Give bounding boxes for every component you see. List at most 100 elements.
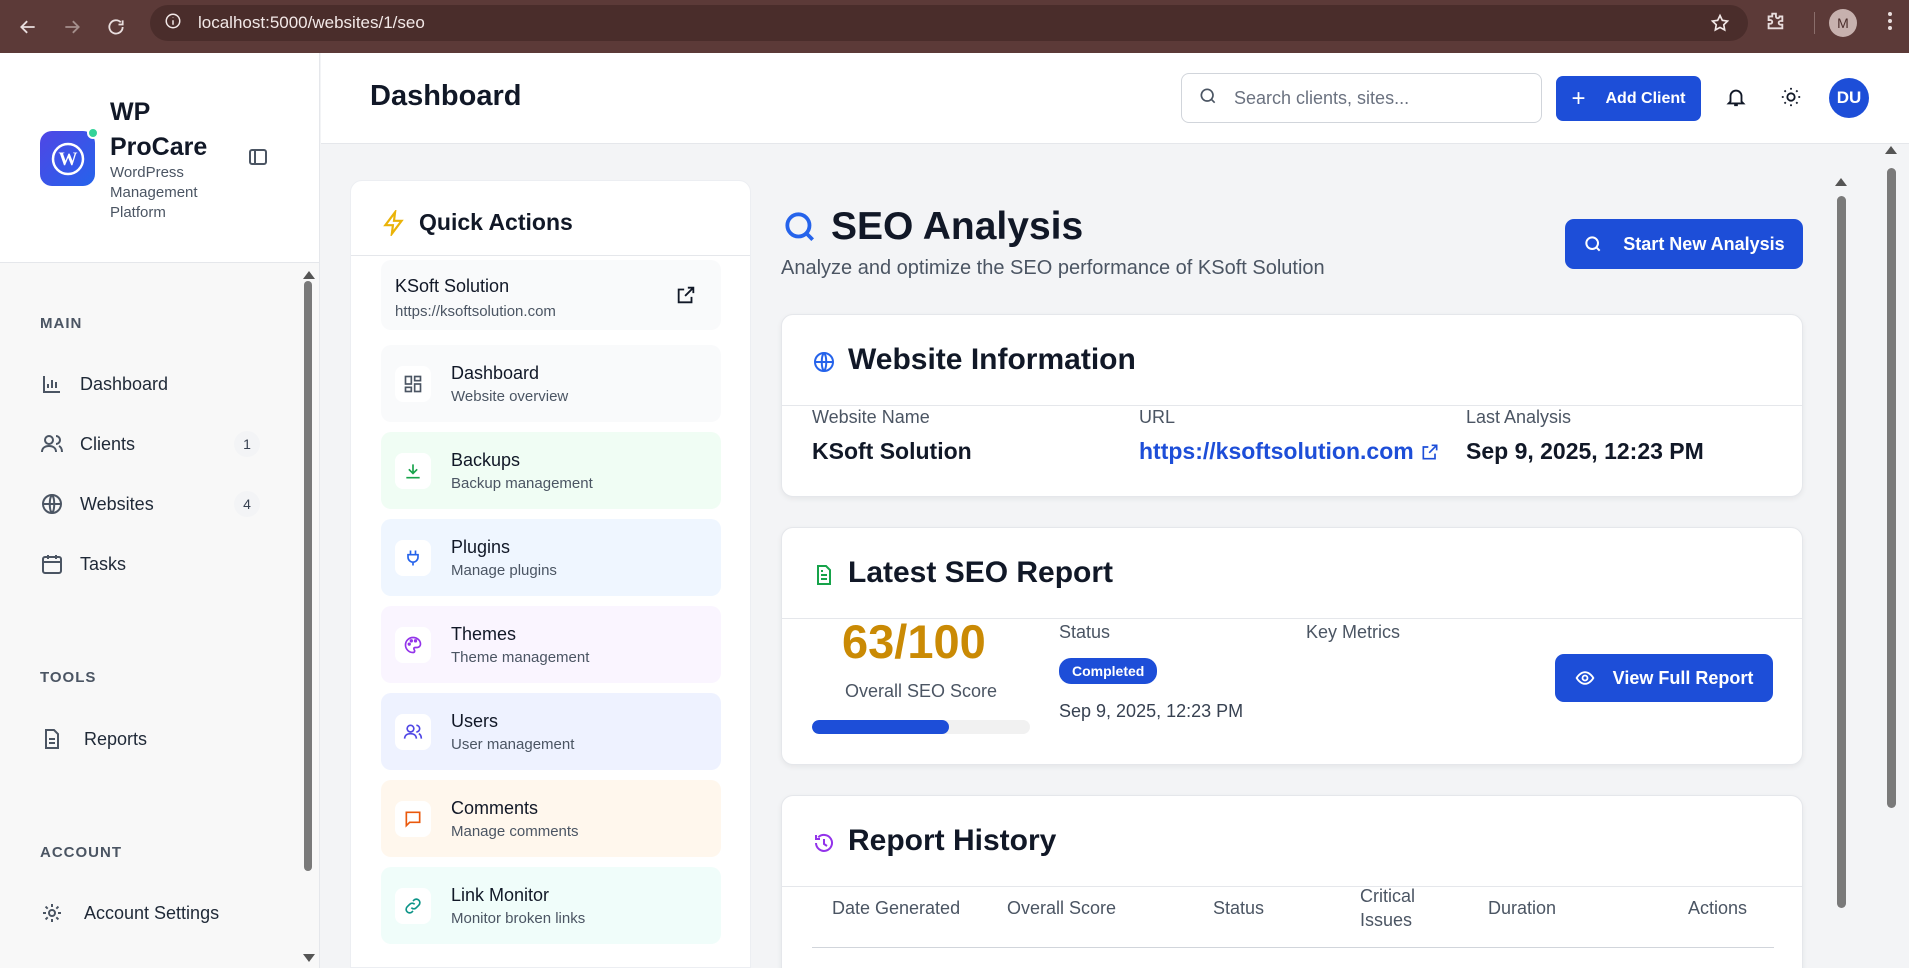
quick-action-subtitle: Theme management [451,649,590,666]
sidebar-item-dashboard[interactable]: Dashboard [40,364,260,404]
palette-icon [395,627,431,663]
users-icon [395,714,431,750]
browser-profile-avatar[interactable]: M [1829,9,1857,37]
browser-menu-icon[interactable] [1887,11,1893,36]
external-link-icon[interactable] [675,284,697,306]
reload-icon[interactable] [94,5,138,49]
quick-action-dashboard[interactable]: Dashboard Website overview [381,345,721,422]
scroll-down-arrow-icon[interactable] [303,954,315,962]
section-tools-label: TOOLS [40,669,97,686]
scroll-up-arrow-icon[interactable] [303,271,315,279]
sidebar-item-clients[interactable]: Clients 1 [40,424,260,464]
site-info-icon[interactable] [164,12,182,35]
quick-action-subtitle: Website overview [451,388,569,405]
eye-icon [1575,668,1595,688]
website-info-heading: Website Information [848,343,1136,376]
quick-actions-heading: Quick Actions [419,209,573,235]
website-information-card: Website Information Website Name KSoft S… [781,314,1803,497]
report-date: Sep 9, 2025, 12:23 PM [1059,701,1244,721]
window-scrollbar[interactable] [1884,144,1898,968]
column-header-critical-issues: Critical Issues [1360,886,1416,930]
scroll-up-arrow-icon[interactable] [1835,178,1847,186]
count-badge: 1 [234,431,260,457]
last-analysis-field: Last Analysis Sep 9, 2025, 12:23 PM [1466,407,1704,465]
scrollbar-thumb[interactable] [1887,168,1896,808]
back-icon[interactable] [6,5,50,49]
quick-action-title: Users [451,711,499,731]
download-icon [395,453,431,489]
svg-text:W: W [58,149,77,170]
extensions-icon[interactable] [1764,10,1786,37]
add-client-label: Add Client [1605,89,1686,107]
report-history-heading: Report History [848,824,1057,857]
latest-report-title: Latest SEO Report [812,556,1113,590]
page-title: Dashboard [370,80,522,112]
search-placeholder: Search clients, sites... [1234,87,1410,108]
quick-action-plugins[interactable]: Plugins Manage plugins [381,519,721,596]
sidebar-item-websites[interactable]: Websites 4 [40,484,260,524]
quick-actions-title: Quick Actions [381,207,573,238]
column-header-date: Date Generated [832,898,961,918]
address-url: localhost:5000/websites/1/seo [198,13,425,32]
calendar-icon [40,552,64,576]
quick-action-comments[interactable]: Comments Manage comments [381,780,721,857]
theme-toggle-sun-icon[interactable] [1780,86,1804,110]
table-header-divider [812,947,1774,948]
quick-action-link-monitor[interactable]: Link Monitor Monitor broken links [381,867,721,944]
sidebar-item-label: Tasks [80,553,127,574]
section-account-label: ACCOUNT [40,844,122,861]
sidebar-item-account-settings[interactable]: Account Settings [40,893,260,933]
url-label: URL [1139,407,1176,427]
start-new-analysis-label: Start New Analysis [1623,233,1785,254]
start-new-analysis-button[interactable]: Start New Analysis [1565,219,1803,269]
status-badge: Completed [1059,658,1158,684]
scrollbar-thumb[interactable] [1837,196,1846,908]
search-icon [1583,234,1603,254]
user-avatar[interactable]: DU [1829,78,1869,118]
sidebar-item-reports[interactable]: Reports [40,719,260,759]
seo-analysis-title: SEO Analysis [781,205,1083,249]
report-history-title: Report History [812,824,1056,858]
globe-icon [40,492,64,516]
quick-action-subtitle: Manage plugins [451,562,557,579]
latest-report-heading: Latest SEO Report [848,556,1114,589]
quick-action-title: Backups [451,450,521,470]
notification-bell-icon[interactable] [1725,86,1749,110]
website-info-title: Website Information [812,343,1136,377]
view-full-report-button[interactable]: View Full Report [1555,654,1773,702]
browser-toolbar: localhost:5000/websites/1/seo M [0,0,1909,53]
sidebar-item-label: Dashboard [80,373,169,394]
search-input[interactable]: Search clients, sites... [1181,73,1542,123]
quick-actions-panel: Quick Actions KSoft Solution https://kso… [350,180,751,968]
file-icon [40,727,64,751]
sidebar-item-label: Clients [80,433,136,454]
seo-score-progress-bar [812,720,1030,734]
url-field: URL https://ksoftsolution.com [1139,407,1440,465]
section-main-label: MAIN [40,315,83,332]
quick-action-users[interactable]: Users User management [381,693,721,770]
gear-icon [40,901,64,925]
quick-action-themes[interactable]: Themes Theme management [381,606,721,683]
bookmark-star-icon[interactable] [1710,13,1730,38]
website-url-link[interactable]: https://ksoftsolution.com [1139,438,1440,465]
scrollbar-thumb[interactable] [304,281,312,871]
sidebar-item-label: Account Settings [84,902,220,923]
top-header: Dashboard Search clients, sites... + Add… [321,53,1909,144]
forward-icon[interactable] [50,5,94,49]
scroll-up-arrow-icon[interactable] [1885,146,1897,154]
sidebar-item-tasks[interactable]: Tasks [40,544,260,584]
progress-fill [812,720,950,734]
site-name: KSoft Solution [395,276,510,296]
content-scrollbar[interactable] [1834,176,1848,968]
quick-action-title: Comments [451,798,539,818]
report-history-card: Report History Date Generated Overall Sc… [781,795,1803,968]
status-label: Status [1059,622,1111,642]
add-client-button[interactable]: + Add Client [1556,76,1701,121]
seo-analysis-subtitle: Analyze and optimize the SEO performance… [781,257,1325,279]
count-badge: 4 [234,491,260,517]
sidebar-toggle-icon[interactable] [246,145,270,169]
sidebar-scrollbar[interactable] [302,269,315,964]
toolbar-separator [1814,12,1815,34]
quick-action-backups[interactable]: Backups Backup management [381,432,721,509]
address-bar[interactable]: localhost:5000/websites/1/seo [150,5,1748,41]
